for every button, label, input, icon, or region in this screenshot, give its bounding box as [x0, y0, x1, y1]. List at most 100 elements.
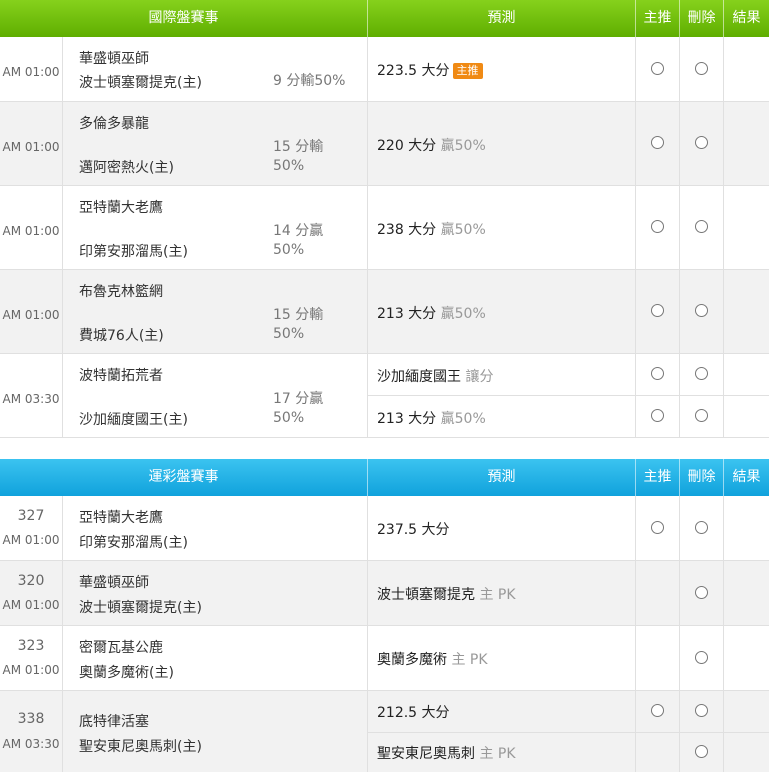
prediction-line: 波士頓塞爾提克 主 PK	[377, 584, 516, 604]
delete-radio[interactable]	[695, 521, 708, 534]
prediction-cell: 223.5 大分 主推	[368, 37, 636, 101]
home-team: 印第安那溜馬(主)	[79, 535, 188, 551]
home-team: 聖安東尼奧馬刺(主)	[79, 739, 202, 755]
delete-radio[interactable]	[695, 586, 708, 599]
prediction-line: 220 大分 贏50%	[377, 135, 486, 155]
prediction-main: 237.5 大分	[377, 522, 450, 538]
prediction-main: 聖安東尼奧馬刺	[377, 746, 475, 762]
header-delete: 刪除	[680, 459, 724, 496]
delete-radio[interactable]	[695, 304, 708, 317]
header-match: 國際盤賽事	[0, 0, 368, 37]
header-delete: 刪除	[680, 0, 724, 37]
main-pick-cell	[636, 270, 680, 353]
table-row: AM 01:00 亞特蘭大老鷹 印第安那溜馬(主) 14 分贏 50% 238 …	[0, 186, 769, 270]
main-pick-radio[interactable]	[651, 409, 664, 422]
game-number: 338	[17, 711, 45, 727]
main-pick-radio[interactable]	[651, 521, 664, 534]
main-pick-cell	[636, 496, 680, 560]
time-cell: AM 01:00	[0, 37, 63, 101]
divider	[724, 732, 769, 733]
odds-text: 15 分輸 50%	[273, 307, 324, 342]
header-match: 運彩盤賽事	[0, 459, 368, 496]
time-cell: 323 AM 01:00	[0, 626, 63, 690]
prediction-line: 213 大分 贏50%	[377, 303, 486, 323]
prediction-cell: 沙加緬度國王 讓分 213 大分 贏50%	[368, 354, 636, 437]
prediction-main: 213 大分	[377, 306, 437, 322]
main-pick-radio[interactable]	[651, 62, 664, 75]
main-pick-radio[interactable]	[651, 704, 664, 717]
main-pick-radio[interactable]	[651, 367, 664, 380]
table-row: AM 01:00 多倫多暴龍 邁阿密熱火(主) 15 分輸 50% 220 大分…	[0, 102, 769, 186]
home-team: 波士頓塞爾提克(主)	[79, 75, 202, 91]
main-pick-radio[interactable]	[651, 304, 664, 317]
game-number: 327	[17, 508, 45, 524]
header-result: 結果	[732, 10, 761, 26]
result-cell	[724, 270, 769, 353]
result-cell	[724, 561, 769, 625]
delete-radio[interactable]	[695, 704, 708, 717]
intl-table-header: 國際盤賽事 預測 主推 刪除 結果	[0, 0, 769, 37]
prediction-sub: 主 PK	[451, 652, 488, 668]
divider	[368, 395, 635, 396]
time-cell: AM 01:00	[0, 270, 63, 353]
home-team: 費城76人(主)	[79, 328, 164, 344]
time-cell: 327 AM 01:00	[0, 496, 63, 560]
header-prediction: 預測	[368, 459, 636, 496]
prediction-cell: 238 大分 贏50%	[368, 186, 636, 269]
home-team: 邁阿密熱火(主)	[79, 160, 174, 176]
away-team: 布魯克林籃網	[79, 284, 163, 300]
delete-radio[interactable]	[695, 136, 708, 149]
main-pick-cell	[636, 626, 680, 690]
odds-text: 14 分贏 50%	[273, 223, 324, 258]
match-cell: 華盛頓巫師 波士頓塞爾提克(主)	[63, 561, 368, 625]
prediction-main: 220 大分	[377, 138, 437, 154]
prediction-main: 238 大分	[377, 222, 437, 238]
result-cell	[724, 102, 769, 185]
delete-radio[interactable]	[695, 651, 708, 664]
delete-radio[interactable]	[695, 409, 708, 422]
main-pick-radio[interactable]	[651, 220, 664, 233]
table-row: AM 03:30 波特蘭拓荒者 沙加緬度國王(主) 17 分贏 50% 沙加緬度…	[0, 354, 769, 438]
table-row: 327 AM 01:00 亞特蘭大老鷹 印第安那溜馬(主) 237.5 大分	[0, 496, 769, 561]
odds-text: 9 分輸50%	[273, 73, 346, 89]
time-cell: AM 01:00	[0, 186, 63, 269]
match-cell: 底特律活塞 聖安東尼奧馬刺(主)	[63, 691, 368, 772]
away-team: 華盛頓巫師	[79, 575, 149, 591]
prediction-sub: 贏50%	[440, 222, 486, 238]
home-team: 奧蘭多魔術(主)	[79, 665, 174, 681]
prediction-main: 213 大分	[377, 411, 437, 427]
match-cell: 波特蘭拓荒者 沙加緬度國王(主) 17 分贏 50%	[63, 354, 368, 437]
match-cell: 密爾瓦基公鹿 奧蘭多魔術(主)	[63, 626, 368, 690]
result-cell	[724, 626, 769, 690]
time-cell: 320 AM 01:00	[0, 561, 63, 625]
divider	[724, 395, 769, 396]
away-team: 華盛頓巫師	[79, 51, 149, 67]
delete-cell	[680, 270, 724, 353]
delete-radio[interactable]	[695, 367, 708, 380]
prediction-sub: 贏50%	[440, 138, 486, 154]
match-time: AM 01:00	[2, 140, 60, 154]
match-time: AM 01:00	[2, 308, 60, 322]
main-pick-radio[interactable]	[651, 136, 664, 149]
odds-text: 17 分贏 50%	[273, 391, 324, 426]
divider	[636, 732, 679, 733]
prediction-cell: 237.5 大分	[368, 496, 636, 560]
delete-radio[interactable]	[695, 62, 708, 75]
odds-text: 15 分輸 50%	[273, 139, 324, 174]
divider	[680, 395, 723, 396]
header-main-pick: 主推	[636, 459, 680, 496]
prediction-line: 238 大分 贏50%	[377, 219, 486, 239]
game-number: 320	[17, 573, 45, 589]
delete-cell	[680, 354, 724, 437]
away-team: 亞特蘭大老鷹	[79, 510, 163, 526]
delete-cell	[680, 561, 724, 625]
prediction-line: 213 大分 贏50%	[377, 408, 486, 428]
main-pick-cell	[636, 691, 680, 772]
match-cell: 亞特蘭大老鷹 印第安那溜馬(主) 14 分贏 50%	[63, 186, 368, 269]
match-time: AM 01:00	[2, 224, 60, 238]
delete-radio[interactable]	[695, 745, 708, 758]
match-time: AM 01:00	[2, 663, 60, 677]
delete-radio[interactable]	[695, 220, 708, 233]
header-result: 結果	[732, 469, 761, 485]
match-cell: 多倫多暴龍 邁阿密熱火(主) 15 分輸 50%	[63, 102, 368, 185]
